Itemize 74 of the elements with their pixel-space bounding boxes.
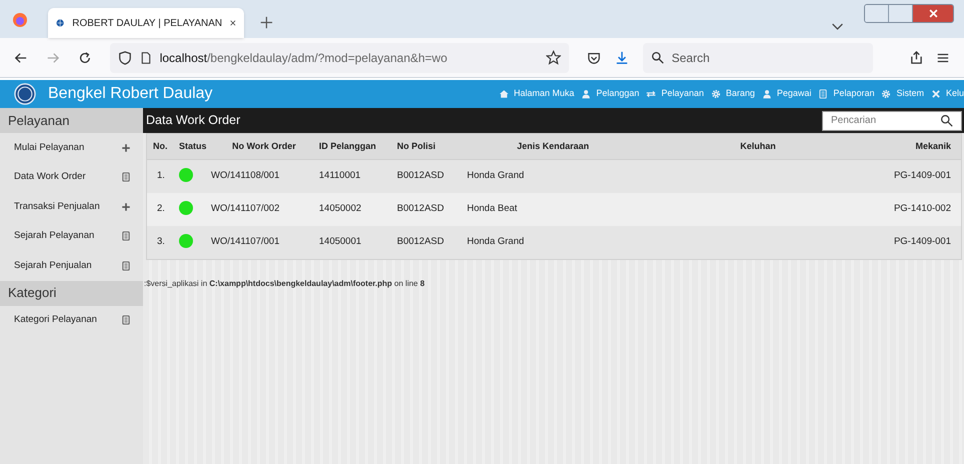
sidebar-item[interactable]: Data Work Order bbox=[0, 162, 143, 192]
column-header: No Work Order bbox=[231, 140, 297, 153]
page-icon bbox=[140, 50, 152, 64]
close-icon bbox=[928, 9, 938, 18]
sidebar-item[interactable]: Sejarah Pelayanan bbox=[0, 222, 143, 251]
person-icon bbox=[762, 89, 772, 99]
app-title: Bengkel Robert Daulay bbox=[48, 84, 213, 104]
table-cell-text: B0012ASD bbox=[397, 202, 446, 216]
search-field[interactable]: Search bbox=[642, 42, 874, 72]
sidebar-item[interactable]: Transaksi Penjualan bbox=[0, 192, 143, 222]
document-icon bbox=[121, 231, 131, 242]
table-cell-text: WO/141108/001 bbox=[210, 169, 280, 184]
search-icon bbox=[940, 114, 953, 127]
window-controls[interactable] bbox=[864, 4, 954, 23]
sidebar-item[interactable]: Kategori Pelayanan bbox=[0, 306, 143, 335]
section-header: Pelayanan bbox=[0, 108, 143, 133]
close-icon bbox=[230, 18, 236, 28]
browser-logo-icon bbox=[12, 12, 28, 28]
reload-icon bbox=[78, 50, 92, 64]
table-cell-text: WO/141107/002 bbox=[210, 202, 280, 216]
table-cell-text: PG-1410-002 bbox=[892, 202, 951, 216]
search-icon bbox=[650, 51, 664, 64]
table-cell-text: 14050001 bbox=[319, 235, 362, 250]
document-icon bbox=[121, 315, 131, 326]
column-header: No. bbox=[153, 140, 168, 153]
table-cell-text: 3. bbox=[156, 235, 166, 250]
table-cell-text: 14050002 bbox=[319, 202, 362, 216]
table-cell-text: PG-1409-001 bbox=[892, 169, 951, 184]
logo-icon bbox=[14, 83, 36, 105]
arrows-icon bbox=[646, 89, 656, 99]
download-icon bbox=[614, 50, 629, 64]
document-icon bbox=[818, 89, 828, 99]
plus-icon bbox=[121, 142, 131, 153]
star-icon bbox=[546, 50, 561, 65]
table-cell-text: 1. bbox=[156, 169, 166, 184]
table-cell-text: 14110001 bbox=[319, 169, 362, 184]
table-cell-text: WO/141107/001 bbox=[210, 235, 280, 250]
person-icon bbox=[581, 89, 592, 99]
gear-icon bbox=[710, 89, 721, 99]
column-header: Mekanik bbox=[914, 140, 951, 153]
table-cell-text: B0012ASD bbox=[397, 235, 446, 250]
error-message: :$versi_aplikasi in C:\xampp\htdocs\bengkeldaulay\adm\footer.php on line 8 bbox=[143, 278, 426, 290]
table-cell-text: Honda Grand bbox=[466, 169, 526, 184]
table-cell-text: Honda Beat bbox=[466, 202, 518, 216]
browser-tab[interactable]: ROBERT DAULAY | PELAYANAN bbox=[48, 8, 244, 38]
column-header: No Polisi bbox=[397, 140, 437, 153]
section-header: Kategori bbox=[0, 280, 143, 306]
new-tab-icon bbox=[260, 16, 273, 29]
table-cell-text: B0012ASD bbox=[397, 169, 446, 184]
search-field[interactable]: Pencarian bbox=[822, 110, 962, 130]
table-cell-text: PG-1409-001 bbox=[892, 235, 951, 250]
pocket-icon bbox=[586, 50, 601, 64]
share-icon bbox=[909, 50, 924, 65]
table-cell-text: Honda Grand bbox=[466, 235, 526, 250]
document-icon bbox=[121, 172, 131, 182]
home-icon bbox=[498, 89, 509, 99]
table-cell-text: 2. bbox=[156, 202, 166, 216]
back-icon bbox=[14, 50, 28, 64]
sidebar-item[interactable]: Sejarah Penjualan bbox=[0, 251, 143, 280]
close-icon bbox=[930, 89, 941, 99]
column-header: Keluhan bbox=[739, 140, 777, 153]
column-header: ID Pelanggan bbox=[319, 140, 378, 153]
url-text: localhost/bengkeldaulay/adm/?mod=pelayanan&h=wo bbox=[160, 50, 448, 66]
panel-title: Data Work Order bbox=[146, 112, 242, 130]
plus-icon bbox=[121, 202, 131, 212]
document-icon bbox=[121, 260, 131, 271]
address-bar[interactable]: localhost/bengkeldaulay/adm/?mod=pelayanan&h=wo bbox=[110, 42, 569, 72]
forward-icon bbox=[46, 50, 60, 64]
tab-title: ROBERT DAULAY | PELAYANAN bbox=[72, 16, 222, 30]
column-header: Status bbox=[179, 140, 208, 153]
shield-icon bbox=[118, 50, 132, 64]
gear-icon bbox=[881, 89, 892, 99]
column-header: Jenis Kendaraan bbox=[516, 140, 590, 153]
sidebar-item[interactable]: Mulai Pelayanan bbox=[0, 133, 143, 162]
